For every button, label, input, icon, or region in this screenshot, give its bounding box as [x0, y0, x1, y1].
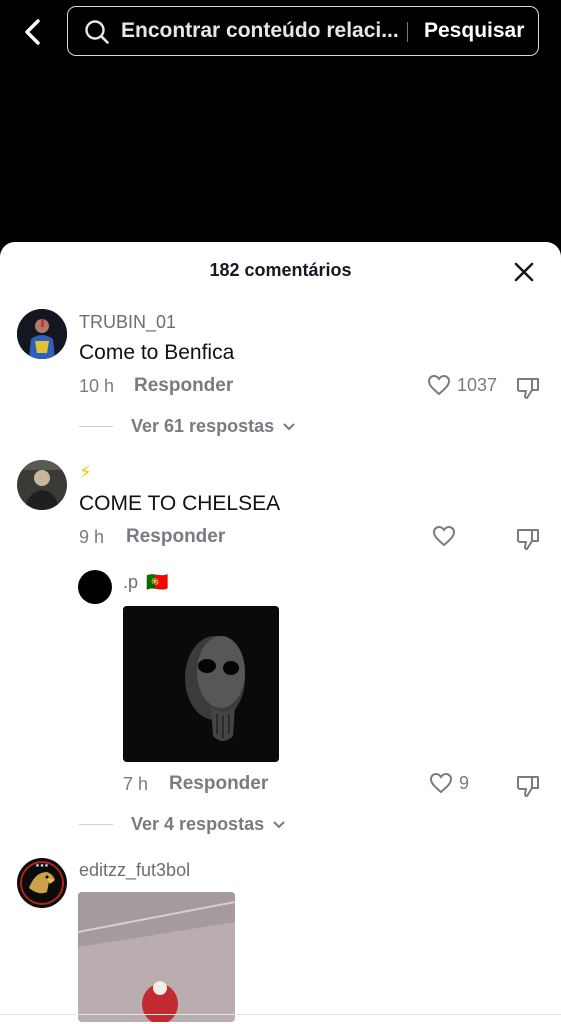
comment-username[interactable]: editzz_fut3bol	[79, 860, 190, 881]
dislike-button[interactable]	[515, 526, 541, 552]
comment-text: Come to Benfica	[79, 341, 235, 364]
comment-username[interactable]: TRUBIN_01	[79, 312, 176, 333]
view-replies-label: Ver 61 respostas	[131, 416, 275, 436]
comment-username[interactable]: ⚡	[79, 462, 92, 483]
thumbs-down-icon	[516, 776, 539, 797]
view-replies-label: Ver 4 respostas	[131, 814, 265, 834]
close-button[interactable]	[510, 258, 538, 286]
reply-username[interactable]: .p	[123, 572, 138, 593]
comments-sheet: 182 comentários TRUBIN_01 Come to Benfic…	[0, 242, 561, 1024]
chevron-down-icon	[283, 422, 295, 430]
reply-button[interactable]: Responder	[169, 773, 268, 795]
reply-button[interactable]: Responder	[134, 375, 233, 397]
comments-count-title: 182 comentários	[209, 260, 352, 280]
thumbs-down-icon	[516, 378, 539, 399]
view-replies-button[interactable]: Ver 61 respostas	[79, 416, 296, 437]
heart-icon	[432, 525, 456, 547]
video-thumbnail-image	[78, 892, 235, 1022]
divider-line	[79, 824, 113, 825]
comment-time: 10 h	[79, 376, 115, 396]
divider-line	[79, 426, 113, 427]
search-input[interactable]	[121, 17, 406, 45]
svg-text:★★★: ★★★	[35, 863, 49, 869]
like-count: 1037	[457, 374, 498, 395]
search-button[interactable]: Pesquisar	[418, 16, 530, 46]
like-count: 9	[459, 772, 470, 793]
avatar-image	[17, 309, 67, 359]
dislike-button[interactable]	[515, 375, 541, 401]
comment-text: COME TO CHELSEA	[79, 492, 281, 515]
top-bar: Pesquisar	[0, 0, 561, 64]
heart-icon	[429, 772, 453, 794]
thumbs-down-icon	[516, 529, 539, 550]
search-divider	[407, 22, 408, 42]
avatar[interactable]	[78, 570, 112, 604]
chevron-left-icon	[25, 19, 40, 45]
search-icon	[85, 20, 109, 44]
reply-sticker-image[interactable]	[123, 606, 279, 762]
search-bar[interactable]: Pesquisar	[67, 6, 539, 56]
eagle-logo-image: ★★★	[17, 858, 67, 908]
like-button[interactable]: 9	[429, 772, 469, 794]
reply-time: 7 h	[123, 774, 149, 794]
chevron-down-icon	[273, 820, 285, 828]
reply-button[interactable]: Responder	[126, 526, 225, 548]
back-button[interactable]	[18, 16, 46, 48]
comment-time: 9 h	[79, 527, 105, 547]
view-replies-button[interactable]: Ver 4 respostas	[79, 814, 286, 835]
avatar[interactable]	[17, 309, 67, 359]
portugal-flag-icon: 🇵🇹	[146, 572, 169, 592]
dislike-button[interactable]	[515, 773, 541, 799]
like-button[interactable]: 1037	[427, 374, 497, 396]
avatar-image	[17, 460, 67, 510]
bottom-divider	[0, 1014, 561, 1015]
like-button[interactable]	[432, 525, 462, 547]
comment-media-image[interactable]	[78, 892, 235, 1022]
avatar[interactable]	[17, 460, 67, 510]
avatar[interactable]: ★★★	[17, 858, 67, 908]
close-icon	[514, 262, 534, 282]
skull-image	[123, 606, 279, 762]
heart-icon	[427, 374, 451, 396]
